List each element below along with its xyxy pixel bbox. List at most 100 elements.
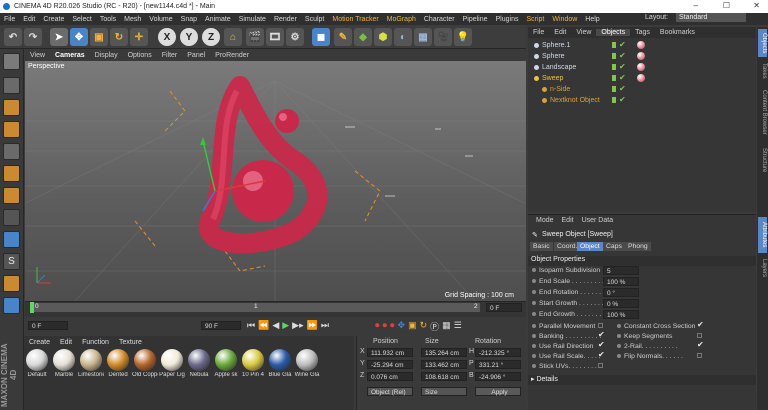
light-icon[interactable]: 💡 — [454, 28, 472, 46]
z-axis-button[interactable]: Z — [202, 28, 220, 46]
model-mode-icon[interactable] — [3, 77, 20, 94]
attr-property-value[interactable]: 100 % — [603, 310, 639, 319]
axis-mode-icon[interactable] — [3, 209, 20, 226]
cube-icon[interactable]: ◼ — [312, 28, 330, 46]
coordinate-system-icon[interactable]: ⌂ — [224, 28, 242, 46]
animate-dot-icon[interactable] — [617, 334, 621, 338]
render-view-icon[interactable]: 🎬 — [246, 28, 264, 46]
coord-rotation-field[interactable]: -24.906 ° — [475, 372, 521, 381]
tab-basic[interactable]: Basic — [530, 242, 553, 251]
menu-simulate[interactable]: Simulate — [235, 16, 270, 23]
animate-dot-icon[interactable] — [532, 354, 536, 358]
tab-caps[interactable]: Caps — [603, 242, 625, 251]
attr-property-value[interactable]: 0 ° — [603, 288, 639, 297]
checkbox-unchecked-icon[interactable] — [598, 323, 603, 328]
move-key-icon[interactable]: ✥ — [398, 320, 406, 333]
animate-dot-icon[interactable] — [532, 268, 536, 272]
material-menu-edit[interactable]: Edit — [55, 339, 77, 346]
vtab-structure[interactable]: Structure — [758, 144, 767, 176]
object-menu-edit[interactable]: Edit — [549, 29, 571, 36]
step-forward-icon[interactable]: ▶▸ — [292, 320, 303, 331]
make-editable-icon[interactable] — [3, 53, 20, 70]
visibility-toggle[interactable] — [612, 42, 616, 48]
animate-dot-icon[interactable] — [617, 354, 621, 358]
parameter-key-icon[interactable]: Ⓟ — [430, 320, 439, 333]
texture-mode-icon[interactable] — [3, 99, 20, 116]
y-axis-handle-icon[interactable] — [200, 137, 206, 145]
go-to-end-icon[interactable]: ⏭ — [321, 320, 329, 331]
lock-workplane-icon[interactable] — [3, 297, 20, 314]
animate-dot-icon[interactable] — [532, 344, 536, 348]
animate-dot-icon[interactable] — [617, 344, 621, 348]
enable-check-icon[interactable]: ✔ — [619, 40, 626, 49]
menu-volume[interactable]: Volume — [145, 16, 176, 23]
coord-size-field[interactable]: 135.264 cm — [421, 348, 467, 357]
material-tag-icon[interactable] — [637, 74, 645, 82]
object-list-item[interactable]: Sweep — [534, 73, 563, 84]
visibility-toggle[interactable] — [612, 64, 616, 70]
object-list-item[interactable]: n-Side — [542, 84, 570, 95]
polygons-mode-icon[interactable] — [3, 187, 20, 204]
object-menu-file[interactable]: File — [528, 29, 549, 36]
menu-script[interactable]: Script — [522, 16, 548, 23]
start-frame-field[interactable]: 0 F — [28, 321, 68, 330]
keyframe-selection-icon[interactable]: ⏺ — [390, 320, 395, 333]
menu-plugins[interactable]: Plugins — [492, 16, 523, 23]
viewport[interactable]: Perspective Grid Spacing : 100 cm — [25, 61, 526, 301]
details-section[interactable]: ▸ Details — [528, 375, 756, 385]
attr-property-value[interactable]: 0 % — [603, 299, 639, 308]
vtab-attributes[interactable]: Attributes — [758, 217, 767, 253]
animate-dot-icon[interactable] — [617, 324, 621, 328]
maximize-button[interactable]: ☐ — [723, 1, 730, 10]
checkbox-checked-icon[interactable]: ✔ — [697, 340, 704, 349]
object-list-item[interactable]: Nextknot Object — [542, 95, 600, 106]
viewport-menu-view[interactable]: View — [25, 52, 50, 59]
attr-checkbox-row[interactable]: Use Rail Scale. . . . . — [532, 351, 601, 361]
redo-icon[interactable]: ↷ — [24, 28, 42, 46]
viewport-menu-cameras[interactable]: Cameras — [50, 52, 90, 59]
snap-icon[interactable]: S — [3, 253, 20, 270]
tweak-icon[interactable] — [3, 231, 20, 248]
point-level-icon[interactable]: ▦ — [442, 320, 451, 333]
menu-help[interactable]: Help — [581, 16, 603, 23]
vtab-objects[interactable]: Objects — [758, 29, 767, 57]
menu-select[interactable]: Select — [68, 16, 95, 23]
material-swatch[interactable]: 10 Pin 4 — [240, 349, 266, 378]
camera-icon[interactable]: 🎥 — [434, 28, 452, 46]
material-swatch[interactable]: Default — [24, 349, 50, 378]
object-menu-tags[interactable]: Tags — [630, 29, 655, 36]
attr-menu-user-data[interactable]: User Data — [582, 217, 614, 224]
next-key-icon[interactable]: ⏩ — [307, 320, 318, 331]
timeline-playhead[interactable] — [30, 302, 34, 313]
points-mode-icon[interactable] — [3, 143, 20, 160]
autokey-icon[interactable]: ⏺ — [383, 320, 388, 333]
material-swatch[interactable]: Marble — [51, 349, 77, 378]
menu-sculpt[interactable]: Sculpt — [301, 16, 328, 23]
material-menu-function[interactable]: Function — [77, 339, 114, 346]
undo-icon[interactable]: ↶ — [4, 28, 22, 46]
object-list-item[interactable]: Sphere — [534, 51, 565, 62]
material-tag-icon[interactable] — [637, 41, 645, 49]
visibility-toggle[interactable] — [612, 86, 616, 92]
coord-size-field[interactable]: 133.462 cm — [421, 360, 467, 369]
scale-key-icon[interactable]: ▣ — [408, 320, 417, 333]
menu-motion-tracker[interactable]: Motion Tracker — [328, 16, 382, 23]
viewport-menu-display[interactable]: Display — [90, 52, 123, 59]
recent-tools-icon[interactable]: ✛ — [130, 28, 148, 46]
sphere-1-object[interactable] — [275, 109, 299, 133]
coord-size-dropdown[interactable]: Size — [421, 387, 467, 396]
step-back-icon[interactable]: ◀ — [272, 320, 279, 331]
x-axis-button[interactable]: X — [158, 28, 176, 46]
attr-checkbox-row[interactable]: Use Rail Direction — [532, 341, 593, 351]
vtab-content-browser[interactable]: Content Browser — [758, 85, 767, 140]
object-menu-bookmarks[interactable]: Bookmarks — [655, 29, 700, 36]
material-swatch[interactable]: Old Copper — [132, 349, 158, 378]
attr-property-value[interactable]: 100 % — [603, 277, 639, 286]
animate-dot-icon[interactable] — [532, 324, 536, 328]
select-arrow-icon[interactable]: ➤ — [50, 28, 68, 46]
attr-checkbox-row[interactable]: Flip Normals. . . . . . — [617, 351, 683, 361]
end-frame-field[interactable]: 90 F — [201, 321, 241, 330]
floor-icon[interactable]: ▦ — [414, 28, 432, 46]
timeline-window-icon[interactable]: ☰ — [454, 320, 462, 333]
enable-check-icon[interactable]: ✔ — [619, 73, 626, 82]
